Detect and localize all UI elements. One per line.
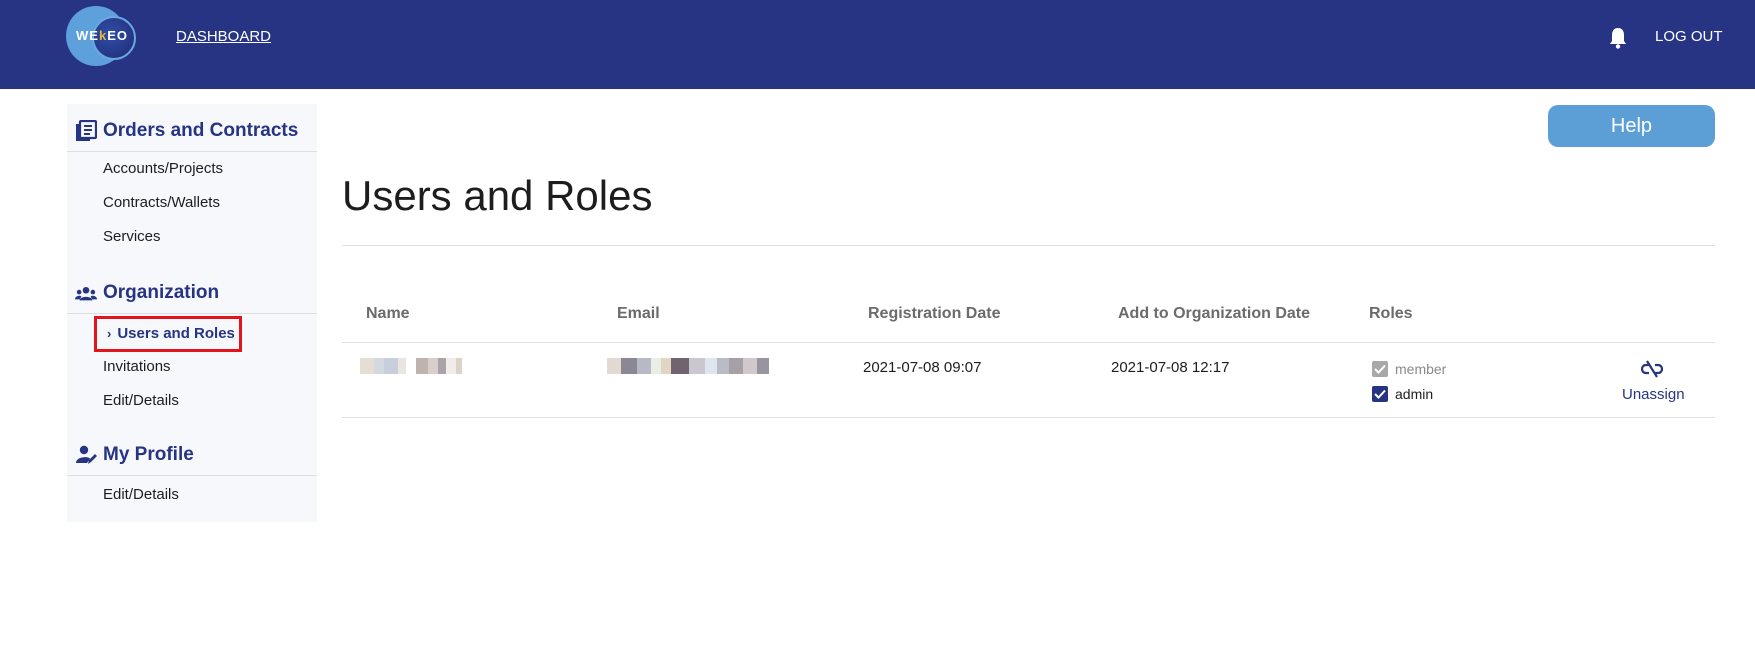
sidebar-item-org-edit-details[interactable]: Edit/Details xyxy=(103,392,179,409)
users-icon xyxy=(75,286,97,301)
logout-link[interactable]: LOG OUT xyxy=(1655,28,1723,45)
column-header-email: Email xyxy=(617,305,660,322)
sidebar-section-title: My Profile xyxy=(103,444,194,465)
wekeo-logo[interactable]: WEkEO xyxy=(66,6,144,66)
role-admin-checkbox[interactable] xyxy=(1372,386,1388,402)
dashboard-link[interactable]: DASHBOARD xyxy=(176,28,271,45)
role-admin-label[interactable]: admin xyxy=(1395,386,1433,402)
sidebar-item-accounts-projects[interactable]: Accounts/Projects xyxy=(103,160,223,177)
user-edit-icon xyxy=(76,445,97,464)
help-button[interactable]: Help xyxy=(1548,105,1715,147)
unlink-icon[interactable] xyxy=(1641,360,1663,378)
sidebar-section-my-profile: My Profile xyxy=(67,432,317,476)
book-icon xyxy=(76,120,97,141)
sidebar-item-invitations[interactable]: Invitations xyxy=(103,358,171,375)
sidebar-section-title: Organization xyxy=(103,282,220,303)
column-header-name: Name xyxy=(366,305,410,322)
role-member-checkbox xyxy=(1372,361,1388,377)
top-nav-bar: WEkEO DASHBOARD LOG OUT xyxy=(0,0,1755,89)
sidebar-item-users-and-roles[interactable]: › Users and Roles xyxy=(107,325,235,342)
sidebar-section-orders: Orders and Contracts xyxy=(67,108,317,152)
org-date-cell: 2021-07-08 12:17 xyxy=(1111,359,1230,376)
table-row-divider xyxy=(342,417,1715,418)
sidebar-item-profile-edit-details[interactable]: Edit/Details xyxy=(103,486,179,503)
role-member-label: member xyxy=(1395,361,1447,377)
sidebar-item-services[interactable]: Services xyxy=(103,228,161,245)
registration-date-cell: 2021-07-08 09:07 xyxy=(863,359,982,376)
column-header-org-date: Add to Organization Date xyxy=(1118,305,1310,322)
column-header-roles: Roles xyxy=(1369,305,1413,322)
table-header-divider xyxy=(342,342,1715,343)
sidebar: Orders and Contracts Accounts/Projects C… xyxy=(67,104,317,522)
column-header-registration-date: Registration Date xyxy=(868,305,1001,322)
logo-text: WEkEO xyxy=(76,28,128,43)
divider xyxy=(342,245,1715,246)
user-name-redacted xyxy=(360,358,462,374)
bell-icon[interactable] xyxy=(1608,27,1628,49)
sidebar-section-title: Orders and Contracts xyxy=(103,120,299,141)
chevron-right-icon: › xyxy=(107,326,112,341)
page-title: Users and Roles xyxy=(342,172,653,219)
user-email-redacted xyxy=(607,358,769,374)
unassign-link[interactable]: Unassign xyxy=(1622,386,1685,403)
sidebar-section-organization: Organization xyxy=(67,270,317,314)
sidebar-item-contracts-wallets[interactable]: Contracts/Wallets xyxy=(103,194,220,211)
